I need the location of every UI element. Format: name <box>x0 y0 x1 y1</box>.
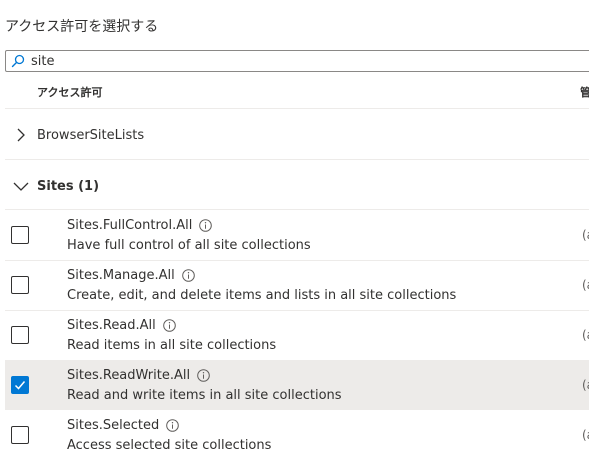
checkmark-icon <box>14 381 26 390</box>
permission-checkbox[interactable] <box>11 326 29 344</box>
permission-description: Create, edit, and delete items and lists… <box>67 288 457 303</box>
divider <box>5 108 589 109</box>
admin-consent-value: (a <box>582 278 589 292</box>
search-input[interactable] <box>31 52 551 70</box>
search-box[interactable] <box>5 50 589 72</box>
permission-checkbox[interactable] <box>11 276 29 294</box>
permission-row[interactable]: Sites.Manage.All Create, edit, and delet… <box>5 260 589 310</box>
chevron-right-icon[interactable] <box>13 127 29 143</box>
permission-row-selected[interactable]: Sites.ReadWrite.All Read and write items… <box>5 360 589 410</box>
panel-title: アクセス許可を選択する <box>5 19 159 35</box>
permission-checkbox[interactable] <box>11 226 29 244</box>
group-browsersitelists[interactable]: BrowserSiteLists <box>5 121 589 149</box>
permission-name-text: Sites.Manage.All <box>67 268 175 283</box>
info-icon[interactable] <box>197 369 210 382</box>
divider <box>5 159 589 160</box>
permission-name-text: Sites.FullControl.All <box>67 218 193 233</box>
permission-name: Sites.FullControl.All <box>67 218 213 233</box>
permission-name-text: Sites.ReadWrite.All <box>67 368 191 383</box>
permission-name: Sites.Manage.All <box>67 268 195 283</box>
info-icon[interactable] <box>199 219 213 232</box>
admin-consent-value: (a <box>582 328 589 342</box>
permission-name: Sites.Read.All <box>67 318 176 333</box>
info-icon[interactable] <box>166 419 180 432</box>
permission-picker-panel: アクセス許可を選択する アクセス許可 管 BrowserSiteLists Si… <box>0 0 589 459</box>
group-label: Sites (1) <box>37 178 100 194</box>
permission-row[interactable]: Sites.Read.All Read items in all site co… <box>5 310 589 360</box>
column-header-permission[interactable]: アクセス許可 <box>37 84 102 100</box>
search-icon <box>11 54 25 68</box>
permission-description: Access selected site collections <box>67 438 272 453</box>
permission-checkbox-checked[interactable] <box>11 376 29 394</box>
permission-description: Read and write items in all site collect… <box>67 388 342 403</box>
permission-row[interactable]: Sites.FullControl.All Have full control … <box>5 210 589 260</box>
permission-description: Have full control of all site collection… <box>67 238 311 253</box>
chevron-down-icon[interactable] <box>13 178 29 194</box>
admin-consent-value: (a <box>582 228 589 242</box>
permission-row[interactable]: Sites.Selected Access selected site coll… <box>5 410 589 459</box>
permission-checkbox[interactable] <box>11 426 29 444</box>
permission-name: Sites.ReadWrite.All <box>67 368 210 383</box>
permission-name: Sites.Selected <box>67 418 180 433</box>
info-icon[interactable] <box>162 319 176 332</box>
permission-name-text: Sites.Selected <box>67 418 160 433</box>
group-label: BrowserSiteLists <box>37 127 145 143</box>
permission-name-text: Sites.Read.All <box>67 318 156 333</box>
info-icon[interactable] <box>181 269 195 282</box>
admin-consent-value: (a <box>582 378 589 392</box>
admin-consent-value: (a <box>582 428 589 442</box>
group-sites[interactable]: Sites (1) <box>5 172 589 200</box>
permission-description: Read items in all site collections <box>67 338 277 353</box>
column-header-admin[interactable]: 管 <box>580 84 589 100</box>
